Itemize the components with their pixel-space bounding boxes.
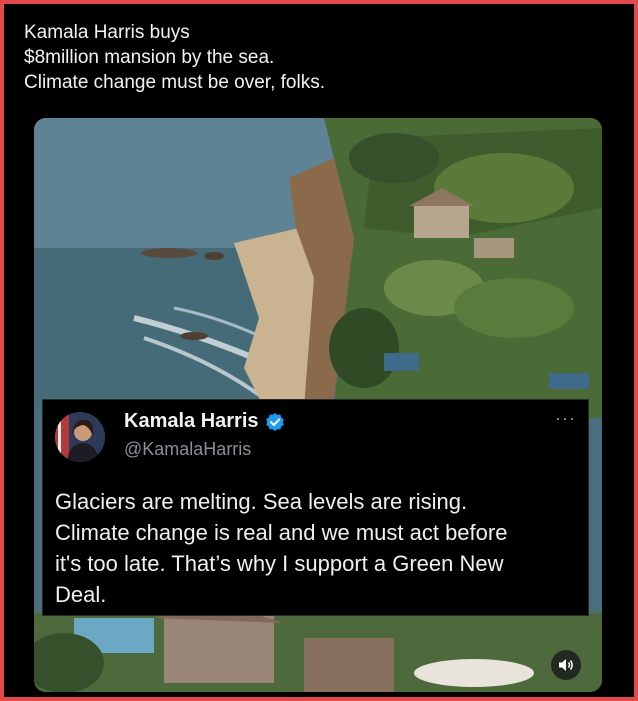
more-options-icon[interactable]: ··· [555, 408, 576, 429]
caption-line: $8million mansion by the sea. [24, 47, 275, 68]
caption-line: Kamala Harris buys [24, 22, 190, 43]
author-handle[interactable]: @KamalaHarris [124, 439, 251, 460]
tweet-text-line: Climate change is real and we must act b… [55, 520, 508, 545]
tweet-text: Glaciers are melting. Sea levels are ris… [55, 486, 585, 610]
author-row: Kamala Harris [124, 410, 285, 433]
tweet-text-line: Glaciers are melting. Sea levels are ris… [55, 489, 468, 514]
verified-badge-icon [265, 412, 284, 431]
sound-toggle-button[interactable] [551, 650, 581, 680]
author-name[interactable]: Kamala Harris [124, 410, 259, 433]
embedded-tweet[interactable]: Kamala Harris @KamalaHarris ··· Glaciers… [42, 399, 589, 616]
post-caption: Kamala Harris buys $8million mansion by … [24, 20, 614, 95]
profile-photo-icon [55, 412, 105, 462]
tweet-text-line: it's too late. That’s why I support a Gr… [55, 551, 504, 576]
caption-line: Climate change must be over, folks. [24, 72, 325, 93]
avatar[interactable] [55, 412, 105, 462]
tweet-text-line: Deal. [55, 582, 107, 607]
post-frame: Kamala Harris buys $8million mansion by … [0, 0, 638, 701]
speaker-icon [559, 659, 573, 671]
